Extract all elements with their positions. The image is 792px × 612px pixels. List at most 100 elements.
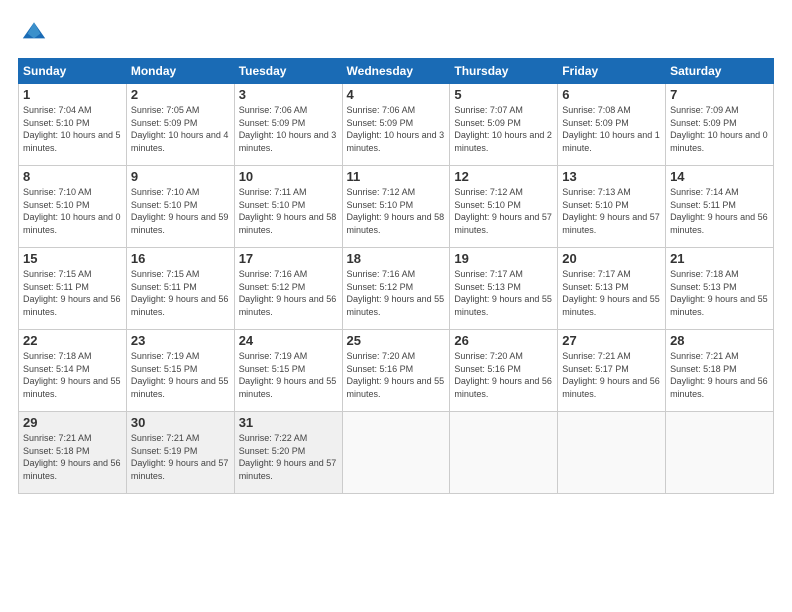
calendar-cell: 10 Sunrise: 7:11 AM Sunset: 5:10 PM Dayl… [234,166,342,248]
day-number: 12 [454,169,553,184]
calendar-cell: 2 Sunrise: 7:05 AM Sunset: 5:09 PM Dayli… [126,84,234,166]
calendar-cell: 8 Sunrise: 7:10 AM Sunset: 5:10 PM Dayli… [19,166,127,248]
calendar-cell: 13 Sunrise: 7:13 AM Sunset: 5:10 PM Dayl… [558,166,666,248]
calendar-table: SundayMondayTuesdayWednesdayThursdayFrid… [18,58,774,494]
cell-info: Sunrise: 7:07 AM Sunset: 5:09 PM Dayligh… [454,104,553,154]
calendar-cell [558,412,666,494]
calendar-cell [450,412,558,494]
day-number: 23 [131,333,230,348]
day-number: 18 [347,251,446,266]
calendar-cell: 17 Sunrise: 7:16 AM Sunset: 5:12 PM Dayl… [234,248,342,330]
calendar-cell: 9 Sunrise: 7:10 AM Sunset: 5:10 PM Dayli… [126,166,234,248]
week-row-0: 1 Sunrise: 7:04 AM Sunset: 5:10 PM Dayli… [19,84,774,166]
day-number: 8 [23,169,122,184]
weekday-sunday: Sunday [19,59,127,84]
calendar-cell: 20 Sunrise: 7:17 AM Sunset: 5:13 PM Dayl… [558,248,666,330]
weekday-thursday: Thursday [450,59,558,84]
cell-info: Sunrise: 7:13 AM Sunset: 5:10 PM Dayligh… [562,186,661,236]
day-number: 22 [23,333,122,348]
week-row-3: 22 Sunrise: 7:18 AM Sunset: 5:14 PM Dayl… [19,330,774,412]
cell-info: Sunrise: 7:12 AM Sunset: 5:10 PM Dayligh… [454,186,553,236]
calendar-cell: 26 Sunrise: 7:20 AM Sunset: 5:16 PM Dayl… [450,330,558,412]
day-number: 28 [670,333,769,348]
page: SundayMondayTuesdayWednesdayThursdayFrid… [0,0,792,612]
day-number: 25 [347,333,446,348]
cell-info: Sunrise: 7:22 AM Sunset: 5:20 PM Dayligh… [239,432,338,482]
calendar-cell: 15 Sunrise: 7:15 AM Sunset: 5:11 PM Dayl… [19,248,127,330]
day-number: 16 [131,251,230,266]
day-number: 21 [670,251,769,266]
cell-info: Sunrise: 7:05 AM Sunset: 5:09 PM Dayligh… [131,104,230,154]
calendar-cell: 24 Sunrise: 7:19 AM Sunset: 5:15 PM Dayl… [234,330,342,412]
calendar-cell: 18 Sunrise: 7:16 AM Sunset: 5:12 PM Dayl… [342,248,450,330]
day-number: 15 [23,251,122,266]
cell-info: Sunrise: 7:20 AM Sunset: 5:16 PM Dayligh… [347,350,446,400]
calendar-cell: 19 Sunrise: 7:17 AM Sunset: 5:13 PM Dayl… [450,248,558,330]
calendar-cell: 29 Sunrise: 7:21 AM Sunset: 5:18 PM Dayl… [19,412,127,494]
cell-info: Sunrise: 7:19 AM Sunset: 5:15 PM Dayligh… [131,350,230,400]
day-number: 6 [562,87,661,102]
calendar-cell: 7 Sunrise: 7:09 AM Sunset: 5:09 PM Dayli… [666,84,774,166]
cell-info: Sunrise: 7:15 AM Sunset: 5:11 PM Dayligh… [23,268,122,318]
week-row-4: 29 Sunrise: 7:21 AM Sunset: 5:18 PM Dayl… [19,412,774,494]
logo-icon [18,16,50,48]
weekday-saturday: Saturday [666,59,774,84]
calendar-cell: 16 Sunrise: 7:15 AM Sunset: 5:11 PM Dayl… [126,248,234,330]
header [18,16,774,48]
calendar-cell: 3 Sunrise: 7:06 AM Sunset: 5:09 PM Dayli… [234,84,342,166]
calendar-cell: 14 Sunrise: 7:14 AM Sunset: 5:11 PM Dayl… [666,166,774,248]
day-number: 27 [562,333,661,348]
cell-info: Sunrise: 7:15 AM Sunset: 5:11 PM Dayligh… [131,268,230,318]
day-number: 29 [23,415,122,430]
cell-info: Sunrise: 7:17 AM Sunset: 5:13 PM Dayligh… [454,268,553,318]
cell-info: Sunrise: 7:10 AM Sunset: 5:10 PM Dayligh… [131,186,230,236]
cell-info: Sunrise: 7:18 AM Sunset: 5:14 PM Dayligh… [23,350,122,400]
calendar-cell: 6 Sunrise: 7:08 AM Sunset: 5:09 PM Dayli… [558,84,666,166]
weekday-friday: Friday [558,59,666,84]
cell-info: Sunrise: 7:17 AM Sunset: 5:13 PM Dayligh… [562,268,661,318]
day-number: 7 [670,87,769,102]
calendar-cell: 23 Sunrise: 7:19 AM Sunset: 5:15 PM Dayl… [126,330,234,412]
cell-info: Sunrise: 7:20 AM Sunset: 5:16 PM Dayligh… [454,350,553,400]
day-number: 17 [239,251,338,266]
weekday-tuesday: Tuesday [234,59,342,84]
cell-info: Sunrise: 7:19 AM Sunset: 5:15 PM Dayligh… [239,350,338,400]
weekday-wednesday: Wednesday [342,59,450,84]
day-number: 2 [131,87,230,102]
day-number: 11 [347,169,446,184]
cell-info: Sunrise: 7:06 AM Sunset: 5:09 PM Dayligh… [347,104,446,154]
cell-info: Sunrise: 7:12 AM Sunset: 5:10 PM Dayligh… [347,186,446,236]
cell-info: Sunrise: 7:21 AM Sunset: 5:18 PM Dayligh… [23,432,122,482]
calendar-cell: 5 Sunrise: 7:07 AM Sunset: 5:09 PM Dayli… [450,84,558,166]
weekday-monday: Monday [126,59,234,84]
day-number: 5 [454,87,553,102]
cell-info: Sunrise: 7:21 AM Sunset: 5:19 PM Dayligh… [131,432,230,482]
day-number: 9 [131,169,230,184]
day-number: 13 [562,169,661,184]
day-number: 3 [239,87,338,102]
day-number: 26 [454,333,553,348]
day-number: 14 [670,169,769,184]
calendar-cell: 30 Sunrise: 7:21 AM Sunset: 5:19 PM Dayl… [126,412,234,494]
week-row-2: 15 Sunrise: 7:15 AM Sunset: 5:11 PM Dayl… [19,248,774,330]
cell-info: Sunrise: 7:08 AM Sunset: 5:09 PM Dayligh… [562,104,661,154]
calendar-cell: 21 Sunrise: 7:18 AM Sunset: 5:13 PM Dayl… [666,248,774,330]
day-number: 31 [239,415,338,430]
day-number: 20 [562,251,661,266]
calendar-cell: 25 Sunrise: 7:20 AM Sunset: 5:16 PM Dayl… [342,330,450,412]
day-number: 10 [239,169,338,184]
cell-info: Sunrise: 7:18 AM Sunset: 5:13 PM Dayligh… [670,268,769,318]
cell-info: Sunrise: 7:16 AM Sunset: 5:12 PM Dayligh… [239,268,338,318]
day-number: 30 [131,415,230,430]
cell-info: Sunrise: 7:16 AM Sunset: 5:12 PM Dayligh… [347,268,446,318]
calendar-cell: 1 Sunrise: 7:04 AM Sunset: 5:10 PM Dayli… [19,84,127,166]
cell-info: Sunrise: 7:21 AM Sunset: 5:17 PM Dayligh… [562,350,661,400]
cell-info: Sunrise: 7:21 AM Sunset: 5:18 PM Dayligh… [670,350,769,400]
calendar-cell: 4 Sunrise: 7:06 AM Sunset: 5:09 PM Dayli… [342,84,450,166]
cell-info: Sunrise: 7:14 AM Sunset: 5:11 PM Dayligh… [670,186,769,236]
cell-info: Sunrise: 7:11 AM Sunset: 5:10 PM Dayligh… [239,186,338,236]
week-row-1: 8 Sunrise: 7:10 AM Sunset: 5:10 PM Dayli… [19,166,774,248]
calendar-cell [342,412,450,494]
cell-info: Sunrise: 7:06 AM Sunset: 5:09 PM Dayligh… [239,104,338,154]
calendar-cell: 31 Sunrise: 7:22 AM Sunset: 5:20 PM Dayl… [234,412,342,494]
